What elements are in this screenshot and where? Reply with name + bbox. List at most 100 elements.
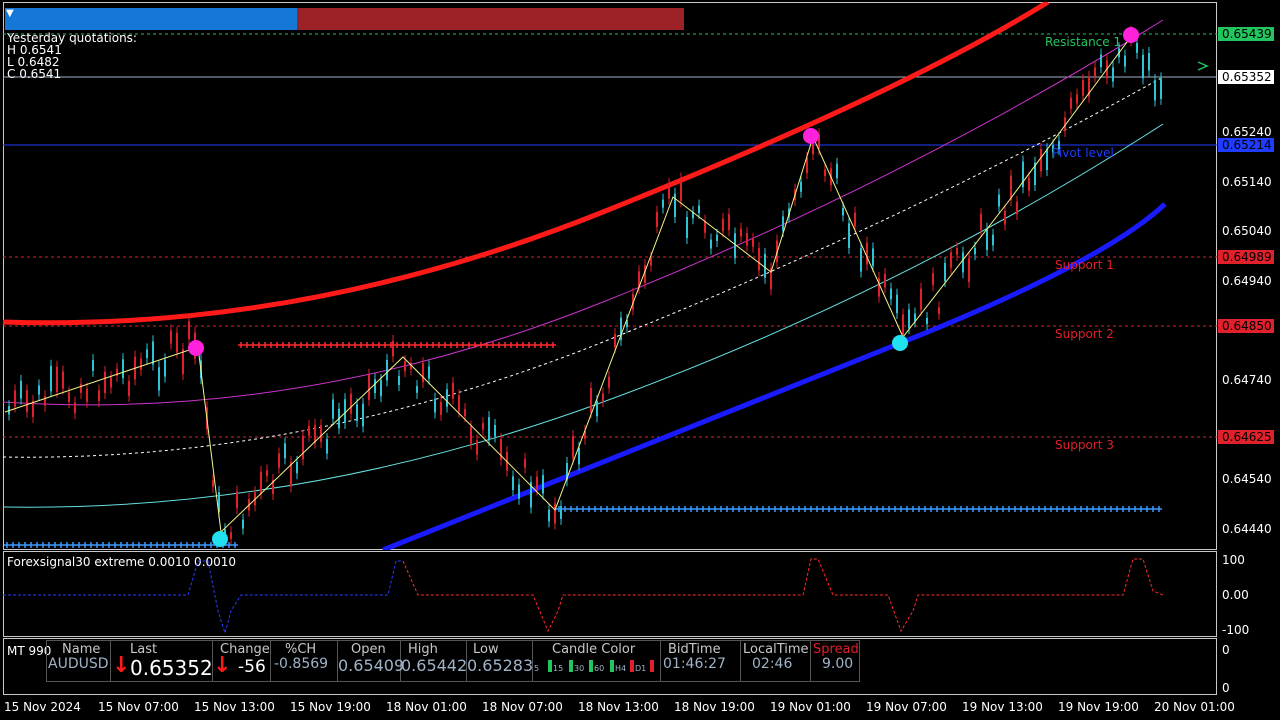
down-arrow-icon: ↓: [112, 653, 131, 678]
candle-body: [1028, 177, 1030, 191]
candle-body: [920, 288, 922, 310]
time-tick: 19 Nov 07:00: [866, 700, 947, 714]
candle-body: [710, 239, 712, 249]
candle-body: [422, 363, 424, 383]
time-tick: 19 Nov 19:00: [1058, 700, 1139, 714]
support-2-price-tag: 0.64850: [1218, 319, 1274, 333]
time-tick: 15 Nov 19:00: [290, 700, 371, 714]
candle-body: [944, 262, 946, 282]
candle-body: [782, 216, 784, 231]
candle-body: [464, 409, 466, 417]
header-name: Name: [62, 642, 101, 657]
candle-body: [746, 233, 748, 246]
candle-body: [860, 248, 862, 272]
candle-body: [1070, 97, 1072, 109]
candle-body: [986, 228, 988, 251]
candle-body: [386, 359, 388, 381]
candle-body: [14, 390, 16, 407]
candle-body: [80, 383, 82, 393]
header-candle-color: Candle Color: [552, 642, 636, 657]
candle-body: [428, 366, 430, 379]
candle-body: [458, 395, 460, 412]
pivot-price-tag: 0.65214: [1218, 138, 1274, 152]
cell-open: 0.65409: [338, 656, 405, 675]
candle-body: [122, 359, 124, 379]
candle-body: [164, 359, 166, 377]
panel-tick: 0: [1222, 643, 1230, 657]
candle-body: [800, 181, 802, 192]
tf-label: 60: [594, 664, 605, 673]
candle-body: [518, 484, 520, 499]
candle-body: [356, 404, 358, 422]
candle-body: [332, 399, 334, 419]
header-localtime: LocalTime: [743, 642, 809, 657]
candle-body: [404, 361, 406, 372]
price-tick: 0.65140: [1222, 175, 1272, 189]
candle-body: [992, 234, 994, 246]
candle-body: [110, 377, 112, 388]
pivot-level-label: Pivot level: [1052, 146, 1114, 160]
candle-body: [1040, 149, 1042, 172]
cell-localtime: 02:46: [752, 656, 793, 672]
tf-label: 15: [553, 664, 564, 673]
candle-body: [398, 375, 400, 386]
price-tick: 0.64940: [1222, 274, 1272, 288]
tf-bar: [630, 660, 634, 672]
candle-body: [152, 341, 154, 365]
candle-body: [968, 258, 970, 282]
candle-body: [950, 252, 952, 268]
candle-body: [1112, 67, 1114, 82]
resistance-1-price-tag: 0.65439: [1218, 27, 1274, 41]
price-tick: 0.64740: [1222, 373, 1272, 387]
candle-body: [482, 423, 484, 430]
candle-body: [1142, 54, 1144, 79]
candle-body: [650, 257, 652, 266]
candle-body: [698, 205, 700, 213]
candle-body: [44, 396, 46, 406]
candle-body: [890, 288, 892, 300]
candle-body: [548, 509, 550, 522]
candle-body: [740, 228, 742, 237]
candle-body: [728, 214, 730, 231]
candle-body: [188, 321, 190, 340]
candle-body: [170, 330, 172, 344]
cell-high: 0.65442: [401, 656, 468, 675]
candle-body: [488, 417, 490, 441]
candle-body: [440, 402, 442, 415]
candle-body: [1136, 42, 1138, 53]
candle-body: [722, 218, 724, 232]
candle-body: [512, 476, 514, 491]
candle-body: [758, 248, 760, 271]
candle-body: [578, 447, 580, 465]
candle-body: [848, 223, 850, 248]
candle-body: [884, 273, 886, 288]
support-3-label: Support 3: [1055, 438, 1114, 452]
time-tick: 15 Nov 2024: [4, 700, 81, 714]
candle-body: [1046, 149, 1048, 171]
candle-body: [680, 178, 682, 202]
candle-body: [974, 247, 976, 255]
candle-body: [896, 294, 898, 314]
candle-body: [836, 163, 838, 179]
candle-body: [842, 207, 844, 216]
indicator-tick: -100: [1222, 623, 1250, 637]
time-tick: 15 Nov 07:00: [98, 700, 179, 714]
candle-body: [872, 248, 874, 266]
candle-body: [92, 360, 94, 371]
candle-body: [56, 366, 58, 392]
candle-body: [1100, 54, 1102, 68]
candle-body: [296, 461, 298, 474]
candle-body: [38, 385, 40, 395]
candle-body: [374, 379, 376, 394]
candle-body: [554, 503, 556, 524]
support-1-price-tag: 0.64989: [1218, 250, 1274, 264]
candle-body: [596, 401, 598, 417]
candle-body: [140, 358, 142, 370]
price-chart: [3, 2, 1217, 550]
support-1-label: Support 1: [1055, 258, 1114, 272]
candle-body: [524, 458, 526, 468]
candle-body: [824, 169, 826, 176]
candle-body: [764, 253, 766, 278]
candle-body: [674, 193, 676, 218]
candle-body: [284, 443, 286, 459]
